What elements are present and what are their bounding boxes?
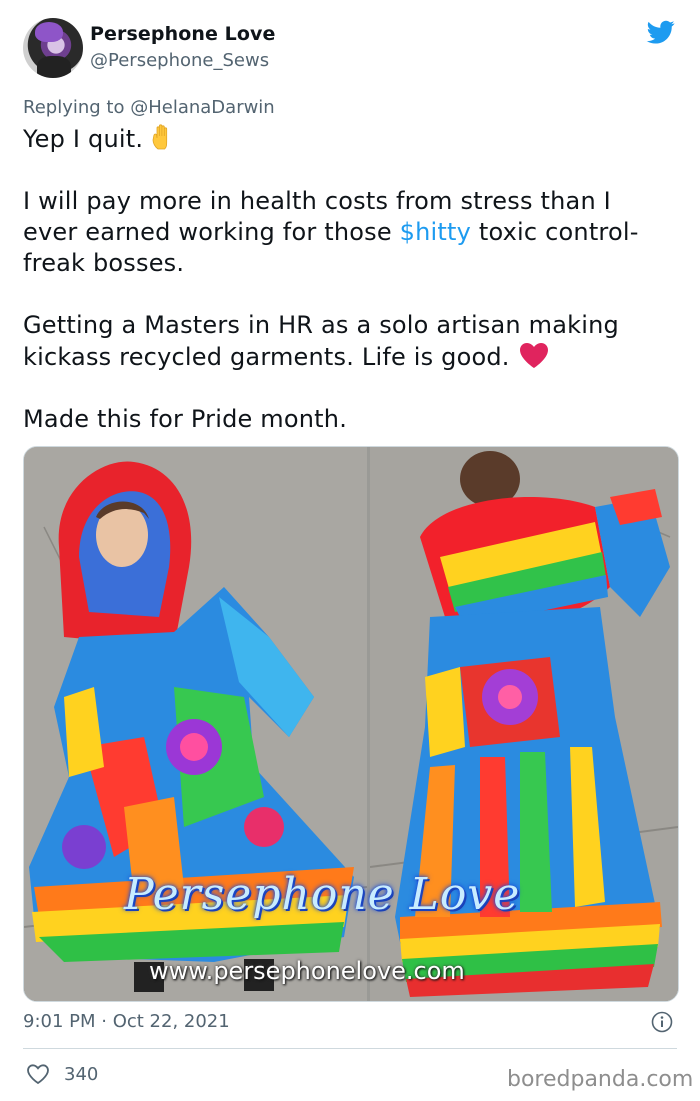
tweet-line-1: Yep I quit.	[23, 123, 673, 155]
tweet-paragraph-4: Made this for Pride month.	[23, 405, 348, 433]
photo-watermark-name: Persephone Love	[124, 869, 521, 920]
heart-outline-icon[interactable]	[26, 1063, 50, 1085]
info-icon[interactable]	[651, 1011, 673, 1033]
actions-divider	[23, 1048, 677, 1049]
tweet-card: Persephone Love @Persephone_Sews Replyin…	[0, 0, 700, 1101]
display-name[interactable]: Persephone Love	[90, 23, 276, 45]
photo-watermark-url: www.persephonelove.com	[149, 957, 465, 985]
like-count[interactable]: 340	[64, 1064, 98, 1085]
user-handle[interactable]: @Persephone_Sews	[90, 50, 269, 71]
reply-mention-link[interactable]: @HelanaDarwin	[130, 97, 275, 118]
reply-prefix: Replying to	[23, 97, 125, 118]
tweet-paragraph-2: I will pay more in health costs from str…	[23, 187, 639, 277]
tweet-paragraph-3: Getting a Masters in HR as a solo artisa…	[23, 311, 619, 371]
tweet-text: Yep I quit. I will pay more in health co…	[23, 123, 673, 435]
user-avatar[interactable]	[23, 18, 83, 78]
tweet-media[interactable]: Persephone Love www.persephonelove.com	[23, 446, 679, 1002]
hashtag-link[interactable]: $hitty	[400, 218, 471, 246]
site-watermark: boredpanda.com	[507, 1067, 694, 1092]
raised-hand-emoji	[152, 124, 168, 150]
twitter-bird-icon[interactable]	[645, 18, 677, 46]
reply-context: Replying to @HelanaDarwin	[23, 97, 275, 118]
red-heart-emoji	[519, 343, 548, 368]
tweet-timestamp[interactable]: 9:01 PM · Oct 22, 2021	[23, 1011, 230, 1032]
